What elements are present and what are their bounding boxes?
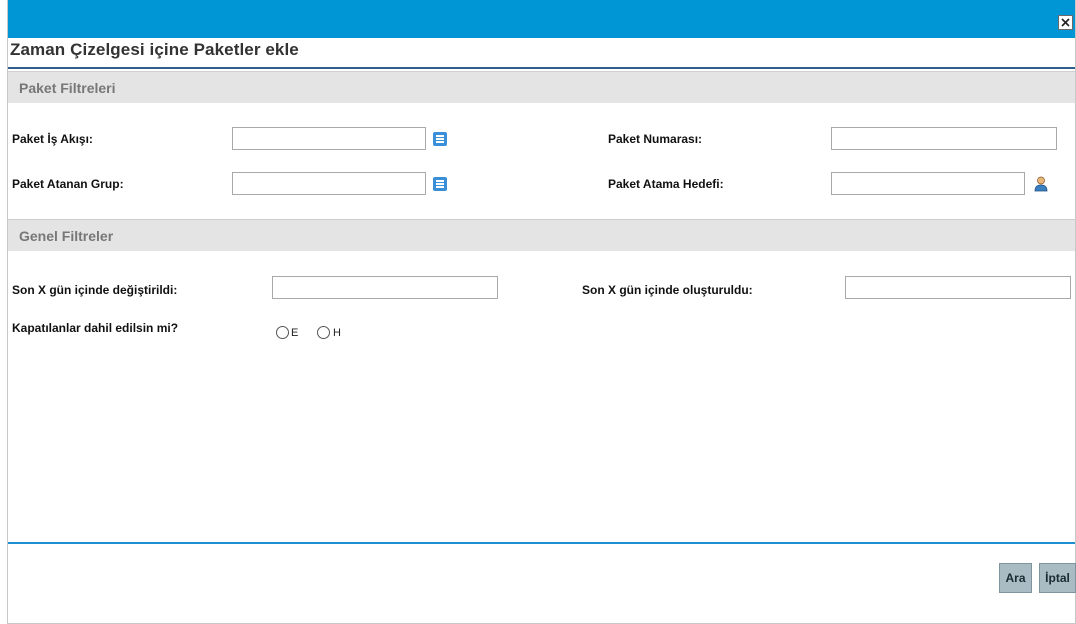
include-closed-yes-radio[interactable] xyxy=(276,326,289,339)
assignee-label: Paket Atama Hedefi: xyxy=(608,177,724,191)
package-workflow-label: Paket İş Akışı: xyxy=(12,132,93,146)
general-filters-header: Genel Filtreler xyxy=(8,219,1075,251)
modified-days-input[interactable] xyxy=(272,276,498,299)
assigned-group-input[interactable] xyxy=(232,172,426,195)
include-closed-no-radio[interactable] xyxy=(317,326,330,339)
created-days-input[interactable] xyxy=(845,276,1071,299)
add-packages-dialog: Zaman Çizelgesi içine Paketler ekle Pake… xyxy=(7,0,1076,624)
list-icon[interactable] xyxy=(433,132,447,146)
list-icon[interactable] xyxy=(433,177,447,191)
package-workflow-input[interactable] xyxy=(232,127,426,150)
general-filters-title: Genel Filtreler xyxy=(19,228,114,244)
assignee-input[interactable] xyxy=(831,172,1025,195)
include-closed-label: Kapatılanlar dahil edilsin mi? xyxy=(12,321,179,335)
package-filters-title: Paket Filtreleri xyxy=(19,80,116,96)
close-icon xyxy=(1061,18,1070,27)
close-button[interactable] xyxy=(1058,15,1073,30)
dialog-title: Zaman Çizelgesi içine Paketler ekle xyxy=(10,40,299,59)
cancel-button[interactable]: İptal xyxy=(1039,563,1076,593)
created-days-label: Son X gün içinde oluşturuldu: xyxy=(582,283,753,297)
modified-days-label: Son X gün içinde değiştirildi: xyxy=(12,283,178,297)
include-closed-yes-label: E xyxy=(291,327,299,339)
footer-divider xyxy=(8,542,1075,544)
user-icon[interactable] xyxy=(1034,176,1048,192)
package-filters-header: Paket Filtreleri xyxy=(8,71,1075,103)
assigned-group-label: Paket Atanan Grup: xyxy=(12,177,124,191)
package-number-label: Paket Numarası: xyxy=(608,132,703,146)
package-number-input[interactable] xyxy=(831,127,1057,150)
title-divider xyxy=(8,67,1075,69)
dialog-titlebar[interactable] xyxy=(8,0,1075,38)
search-button[interactable]: Ara xyxy=(999,563,1032,593)
include-closed-no-label: H xyxy=(333,327,341,339)
